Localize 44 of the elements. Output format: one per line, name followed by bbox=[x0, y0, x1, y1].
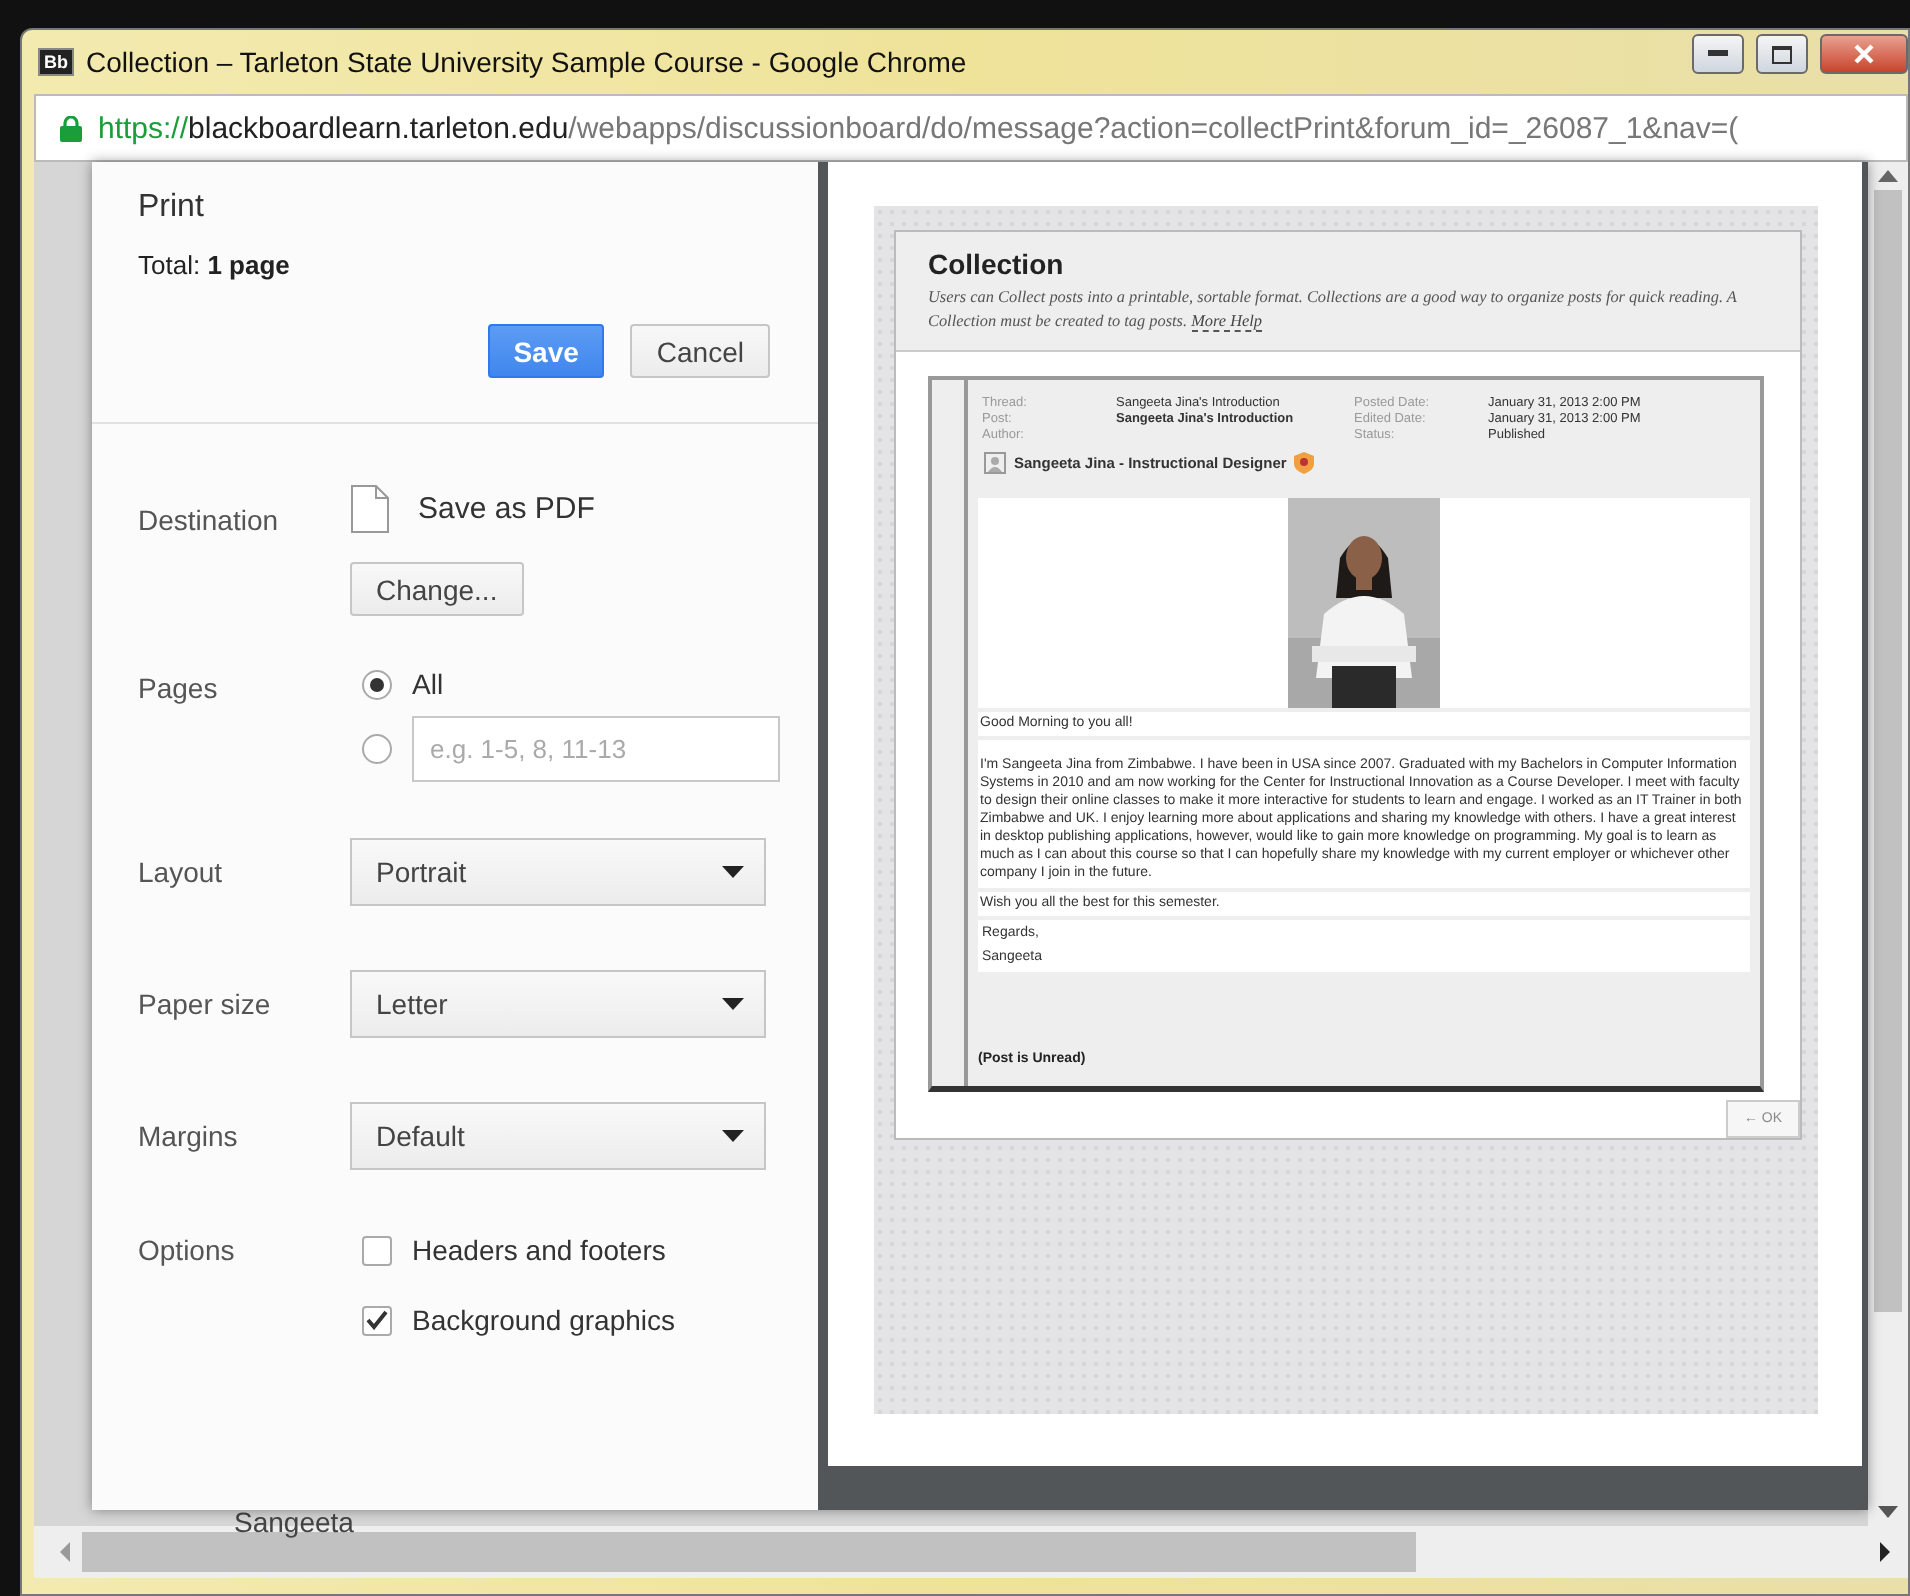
address-bar[interactable]: https://blackboardlearn.tarleton.edu/webapps/discussionboard/do/message?action=collectPrint&forum_id=_26087_1&nav=( bbox=[34, 94, 1908, 162]
scroll-right-icon[interactable] bbox=[1876, 1540, 1892, 1564]
document-icon bbox=[350, 484, 390, 534]
vertical-scrollbar[interactable] bbox=[1868, 162, 1908, 1526]
app-icon: Bb bbox=[38, 48, 74, 76]
dropdown[interactable]: Default bbox=[350, 1102, 766, 1170]
dropdown[interactable]: Portrait bbox=[350, 838, 766, 906]
destination-name: Save as PDF bbox=[418, 492, 595, 526]
checkbox[interactable] bbox=[362, 1305, 392, 1335]
checkbox-label: Headers and footers bbox=[412, 1234, 666, 1266]
setting-label: Destination bbox=[138, 502, 281, 536]
page-range-field[interactable]: e.g. 1-5, 8, 11-13 bbox=[412, 716, 780, 782]
setting-label: Pages bbox=[138, 670, 220, 704]
change-button[interactable]: Change... bbox=[350, 562, 524, 616]
minimize-icon bbox=[1708, 50, 1728, 58]
close-icon bbox=[1854, 44, 1874, 64]
caret-icon bbox=[722, 866, 744, 878]
maximize-button[interactable] bbox=[1756, 34, 1808, 74]
setting-label: Paper size bbox=[138, 988, 273, 1020]
setting-label: Margins bbox=[138, 1120, 240, 1152]
dialog-title: Print bbox=[138, 190, 206, 226]
collection-description: Users can Collect posts into a printable, sortable format. Collections are a good way to organize posts for quick reading. A Collection must be created to tag posts. More Help bbox=[928, 286, 1739, 334]
window-title: Collection – Tarleton State University Sample Course - Google Chrome bbox=[86, 46, 967, 78]
lock-icon bbox=[60, 115, 82, 141]
caret-icon bbox=[722, 1130, 744, 1142]
checkbox-label: Background graphics bbox=[412, 1304, 676, 1336]
setting-label: Options bbox=[138, 1234, 237, 1266]
collection-title: Collection bbox=[928, 248, 1066, 280]
help-link[interactable]: More Help bbox=[1191, 311, 1262, 332]
page-total: Total: 1 page bbox=[138, 250, 292, 280]
setting-label: Layout bbox=[138, 856, 225, 888]
cancel-button[interactable]: Cancel bbox=[630, 324, 770, 378]
maximize-icon bbox=[1772, 45, 1792, 63]
checkbox[interactable] bbox=[362, 1235, 392, 1265]
minimize-button[interactable] bbox=[1692, 34, 1744, 74]
avatar-icon bbox=[984, 451, 1006, 474]
page-text: Sangeeta bbox=[234, 1506, 354, 1538]
radio-button[interactable] bbox=[362, 734, 392, 764]
badge-icon bbox=[1294, 451, 1315, 474]
dropdown[interactable]: Letter bbox=[350, 970, 766, 1038]
close-button[interactable] bbox=[1820, 34, 1908, 74]
caret-icon bbox=[722, 998, 744, 1010]
radio-label: All bbox=[412, 668, 444, 700]
radio-button[interactable] bbox=[362, 669, 392, 699]
